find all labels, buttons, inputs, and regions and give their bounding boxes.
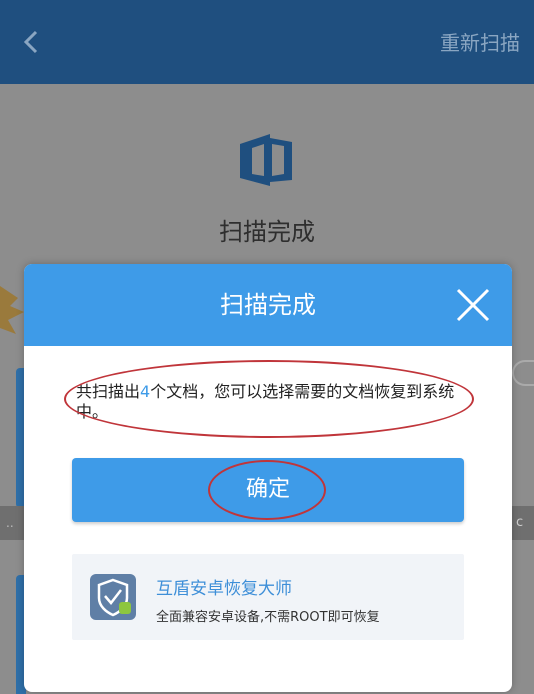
scan-complete-dialog: 扫描完成 共扫描出4个文档，您可以选择需要的文档恢复到系统中。 确定 互盾安卓恢… [24, 264, 512, 692]
rescan-button[interactable]: 重新扫描 [440, 28, 520, 58]
dialog-title: 扫描完成 [220, 291, 316, 319]
promo-description: 全面兼容安卓设备,不需ROOT即可恢复 [156, 610, 380, 625]
background-circle-right [512, 360, 534, 386]
chevron-left-icon[interactable] [14, 24, 50, 60]
annotation-ellipse-message [64, 360, 474, 438]
background-title: 扫描完成 [219, 218, 315, 246]
promo-app-name[interactable]: 互盾安卓恢复大师 [156, 574, 292, 599]
leaf-decoration [0, 276, 26, 346]
app-bar: 重新扫描 [0, 0, 534, 84]
close-icon[interactable] [454, 286, 492, 324]
shield-android-icon [90, 574, 136, 620]
annotation-ellipse-confirm [208, 460, 326, 520]
background-strip-left: .. [0, 506, 26, 540]
office-document-icon [238, 134, 294, 186]
background-strip-right: c [512, 506, 534, 540]
promo-card[interactable]: 互盾安卓恢复大师 全面兼容安卓设备,不需ROOT即可恢复 [72, 554, 464, 640]
dialog-header: 扫描完成 [24, 264, 512, 346]
